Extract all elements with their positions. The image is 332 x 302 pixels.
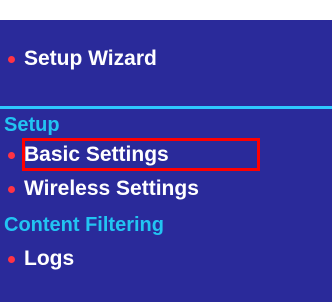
top-strip	[0, 0, 332, 20]
bullet-icon	[8, 56, 15, 63]
menu-item-label: Basic Settings	[24, 143, 169, 166]
section-heading-setup: Setup	[4, 114, 60, 136]
menu-item-wireless-settings[interactable]: Wireless Settings	[0, 172, 332, 206]
menu-item-basic-settings[interactable]: Basic Settings	[0, 138, 332, 172]
menu-item-label: Wireless Settings	[24, 177, 199, 200]
section-heading-content-filtering: Content Filtering	[4, 214, 164, 236]
bullet-icon	[8, 152, 15, 159]
sidebar-menu: Setup Wizard Setup Basic Settings Wirele…	[0, 20, 332, 302]
menu-item-label: Setup Wizard	[24, 47, 157, 70]
bullet-icon	[8, 186, 15, 193]
menu-item-setup-wizard[interactable]: Setup Wizard	[0, 42, 332, 76]
menu-item-logs[interactable]: Logs	[0, 242, 332, 276]
bullet-icon	[8, 256, 15, 263]
menu-item-label: Logs	[24, 247, 75, 270]
divider	[0, 106, 332, 109]
